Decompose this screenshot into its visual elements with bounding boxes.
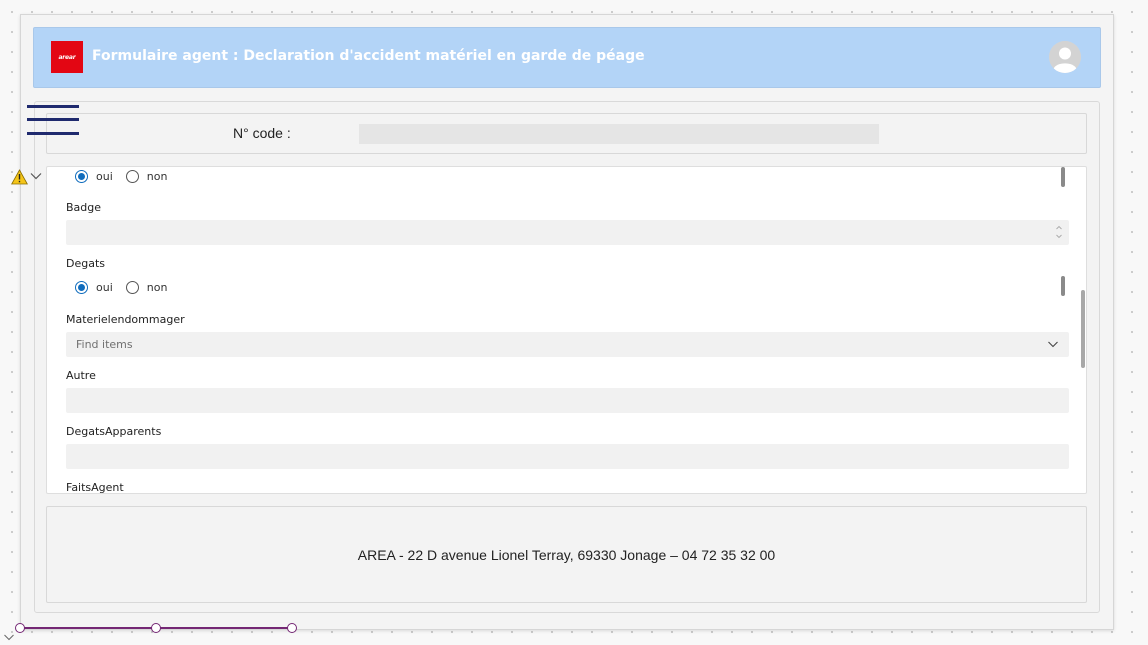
radio-non[interactable] xyxy=(125,170,139,183)
radio-non-label: non xyxy=(146,170,168,183)
user-avatar-icon[interactable] xyxy=(1049,41,1081,73)
timeline-handle[interactable] xyxy=(287,623,297,633)
footer: AREA - 22 D avenue Lionel Terray, 69330 … xyxy=(46,506,1087,603)
degats-radio-group: oui non xyxy=(75,281,167,294)
degats-non-label: non xyxy=(146,281,168,294)
radio-oui[interactable] xyxy=(75,170,88,183)
code-input[interactable] xyxy=(359,124,879,144)
form-scrollbar[interactable] xyxy=(1081,290,1085,368)
page-title: Formulaire agent : Declaration d'acciden… xyxy=(92,48,645,64)
degats-oui-label: oui xyxy=(96,281,113,294)
degats-apparents-input[interactable] xyxy=(66,444,1069,469)
badge-label: Badge xyxy=(66,201,102,214)
faits-agent-label: FaitsAgent xyxy=(66,481,124,494)
timeline-handle[interactable] xyxy=(15,623,25,633)
field-scrollbar[interactable] xyxy=(1061,167,1065,187)
field-scrollbar[interactable] xyxy=(1061,276,1065,296)
hamburger-line-icon xyxy=(27,118,79,121)
footer-address: AREA - 22 D avenue Lionel Terray, 69330 … xyxy=(357,547,776,563)
degats-apparents-label: DegatsApparents xyxy=(66,425,162,438)
chevron-down-icon[interactable] xyxy=(3,632,15,642)
materiel-combobox[interactable]: Find items xyxy=(66,332,1069,357)
code-label: N° code : xyxy=(233,125,291,141)
chevron-down-icon[interactable] xyxy=(29,170,43,182)
timeline-handle[interactable] xyxy=(151,623,161,633)
hamburger-menu-button[interactable] xyxy=(27,104,79,136)
autre-label: Autre xyxy=(66,369,96,382)
logo-text: arear xyxy=(58,53,76,61)
autre-input[interactable] xyxy=(66,388,1069,413)
chevron-down-icon[interactable] xyxy=(1047,338,1059,350)
spinner-arrows-icon[interactable] xyxy=(1055,223,1063,241)
badge-input[interactable] xyxy=(66,220,1069,245)
first-radio-group: oui non xyxy=(75,170,167,183)
materiel-label: Materielendommager xyxy=(66,313,185,326)
degats-radio-oui[interactable] xyxy=(75,281,88,294)
radio-oui-label: oui xyxy=(96,170,113,183)
warning-icon[interactable] xyxy=(11,169,28,185)
form-panel: oui non Badge Degats oui non Materielend… xyxy=(46,166,1087,494)
materiel-placeholder: Find items xyxy=(76,338,133,351)
area-logo: arear xyxy=(51,41,83,73)
hamburger-line-icon xyxy=(27,132,79,135)
degats-radio-non[interactable] xyxy=(125,281,139,294)
hamburger-line-icon xyxy=(27,105,79,108)
degats-label: Degats xyxy=(66,257,106,270)
